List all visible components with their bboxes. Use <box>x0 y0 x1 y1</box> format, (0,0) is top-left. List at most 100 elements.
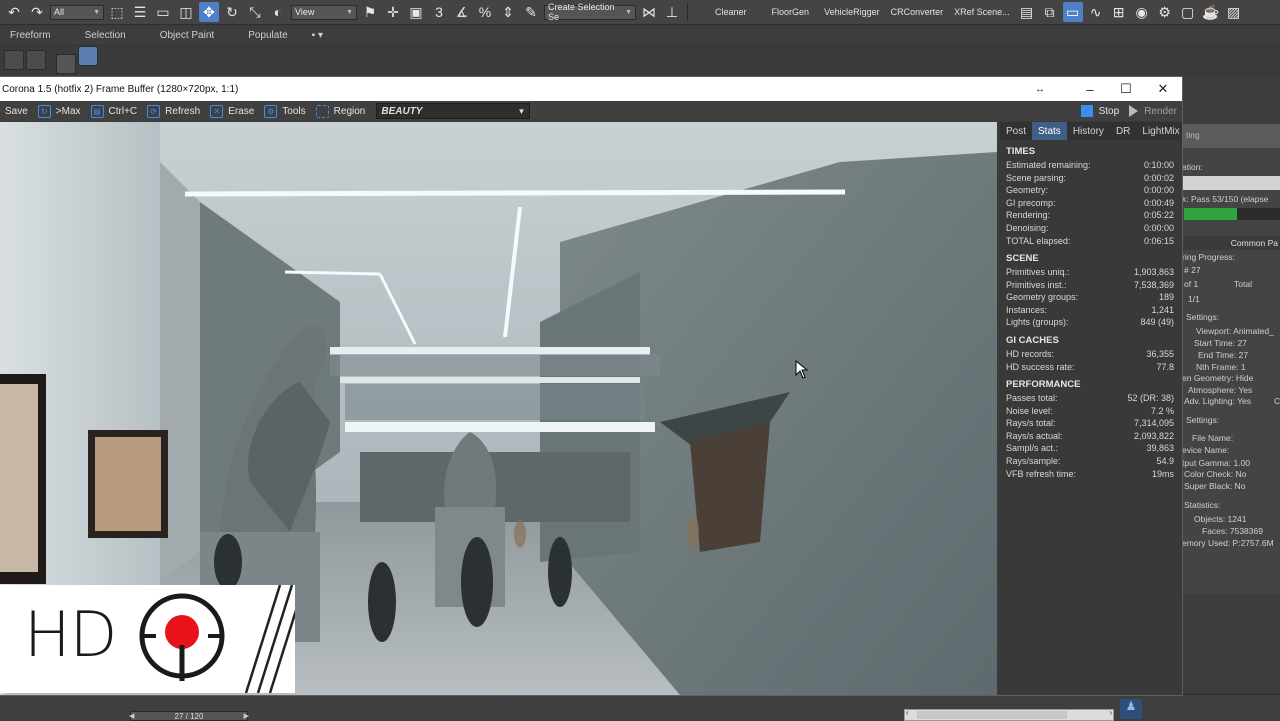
spinner-snap-icon[interactable]: ⇕ <box>498 2 518 22</box>
script-vehiclerigger[interactable]: VehicleRigger <box>820 7 884 17</box>
stats-section-scene: SCENE Primitives uniq.: 1,903,863 Primitive… <box>1006 253 1174 329</box>
select-manipulate-icon[interactable]: ✛ <box>383 2 403 22</box>
ribbon-tab-object-paint[interactable]: Object Paint <box>126 30 214 41</box>
tab-post[interactable]: Post <box>1000 122 1032 140</box>
stat-label: Noise level: <box>1006 405 1053 416</box>
stat-row: Rendering: 0:05:22 <box>1006 209 1174 222</box>
stat-value: 54.9 <box>1156 455 1174 466</box>
render-channel-dropdown[interactable]: BEAUTY ▼ <box>376 103 531 119</box>
curve-editor-icon[interactable]: ∿ <box>1086 2 1106 22</box>
maximize-button[interactable]: ☐ <box>1108 77 1144 101</box>
script-floorgen[interactable]: FloorGen <box>768 7 814 17</box>
chevron-down-icon: ▼ <box>93 8 100 16</box>
rendered-frame-window-icon[interactable]: ▢ <box>1178 2 1198 22</box>
stat-value: 7,314,095 <box>1133 418 1174 429</box>
named-selection-dropdown[interactable]: Create Selection Se ▼ <box>544 2 636 22</box>
play-icon <box>1129 105 1139 117</box>
script-xref-scene[interactable]: XRef Scene... <box>950 7 1014 17</box>
selection-filter-dropdown[interactable]: All ▼ <box>50 4 104 20</box>
window-crossing-icon[interactable]: ◫ <box>176 2 196 22</box>
tab-stats[interactable]: Stats <box>1032 122 1067 140</box>
stat-label: Primitives uniq.: <box>1006 267 1070 277</box>
panel-line: ting <box>1186 130 1200 140</box>
ribbon-options-icon[interactable]: ▪ ▾ <box>288 30 323 41</box>
ribbon-button[interactable] <box>78 46 98 66</box>
ribbon-tab-populate[interactable]: Populate <box>214 30 287 41</box>
ribbon-button[interactable] <box>56 54 76 74</box>
rect-selection-icon[interactable]: ▭ <box>153 2 173 22</box>
walk-through-icon[interactable]: ♟ <box>1120 699 1142 719</box>
angle-snap-icon[interactable]: ∡ <box>452 2 472 22</box>
send-to-max-button[interactable]: ↻ >Max <box>33 102 86 120</box>
window-title: Corona 1.5 (hotfix 2) Frame Buffer (1280… <box>2 83 239 95</box>
keyboard-shortcut-icon[interactable]: ▣ <box>406 2 426 22</box>
panel-line: en Geometry: Hide <box>1182 373 1254 383</box>
stat-value: 2,093,822 <box>1133 430 1174 441</box>
percent-snap-icon[interactable]: % <box>475 2 495 22</box>
chevron-right-icon[interactable]: › <box>1109 708 1112 717</box>
stop-button[interactable]: Stop <box>1076 102 1125 120</box>
window-titlebar[interactable]: Corona 1.5 (hotfix 2) Frame Buffer (1280… <box>0 77 1182 101</box>
stat-label: Rays/s actual: <box>1006 430 1063 441</box>
chevron-left-icon[interactable]: ‹ <box>906 708 909 717</box>
render-button[interactable]: Render <box>1124 102 1182 120</box>
common-parameters-tab[interactable]: Common Pa <box>1182 236 1280 250</box>
refresh-icon: ↻ <box>37 104 51 118</box>
place-icon[interactable]: ◐ <box>268 2 288 22</box>
close-button[interactable]: ✕ <box>1145 77 1181 101</box>
select-by-name-icon[interactable]: ☰ <box>130 2 150 22</box>
render-setup-icon[interactable]: ⚙ <box>1155 2 1175 22</box>
script-cleaner[interactable]: Cleaner <box>711 7 751 17</box>
region-button[interactable]: Region <box>311 102 371 120</box>
ribbon-tab-freeform[interactable]: Freeform <box>0 30 51 41</box>
chevron-left-icon[interactable]: ◀ <box>129 712 134 720</box>
tools-button[interactable]: ⚙ Tools <box>259 102 310 120</box>
script-crconverter[interactable]: CRConverter <box>887 7 948 17</box>
stat-row: Rays/sample: 54.9 <box>1006 455 1174 468</box>
ribbon-button[interactable] <box>4 50 24 70</box>
ribbon-tab-selection[interactable]: Selection <box>51 30 126 41</box>
material-editor-icon[interactable]: ◉ <box>1132 2 1152 22</box>
erase-button[interactable]: ✕ Erase <box>205 102 259 120</box>
minimize-button[interactable]: – <box>1072 77 1108 101</box>
scene-explorer-icon[interactable]: ⧉ <box>1040 2 1060 22</box>
chevron-right-icon[interactable]: ▶ <box>244 712 249 720</box>
stat-label: Scene parsing: <box>1006 172 1067 183</box>
redo-icon[interactable]: ↷ <box>27 2 47 22</box>
stat-value: 1,241 <box>1151 304 1174 315</box>
copy-button[interactable]: ▤ Ctrl+C <box>86 102 143 120</box>
snaps-toggle-icon[interactable]: 3 <box>429 2 449 22</box>
tab-lightmix[interactable]: LightMix <box>1136 122 1185 140</box>
schematic-view-icon[interactable]: ⊞ <box>1109 2 1129 22</box>
layer-explorer-icon[interactable]: ▤ <box>1017 2 1037 22</box>
toggle-ribbon-icon[interactable]: ▭ <box>1062 2 1083 22</box>
save-button[interactable]: Save <box>0 102 33 120</box>
undo-icon[interactable]: ↶ <box>4 2 24 22</box>
rotate-icon[interactable]: ↻ <box>222 2 242 22</box>
scrollbar-thumb[interactable] <box>917 711 1067 719</box>
vfb-toolbar: Save ↻ >Max ▤ Ctrl+C ⟳ Refresh ✕ Erase ⚙ Tool… <box>0 101 1182 121</box>
scale-icon[interactable]: ⤡ <box>245 2 265 22</box>
stat-row: Instances: 1,241 <box>1006 304 1174 317</box>
align-icon[interactable]: ⊥ <box>662 2 682 22</box>
select-object-icon[interactable]: ⬚ <box>107 2 127 22</box>
stop-label: Stop <box>1098 105 1120 117</box>
move-icon[interactable]: ✥ <box>199 2 219 22</box>
tab-dr[interactable]: DR <box>1110 122 1136 140</box>
horizontal-scrollbar[interactable]: ‹ › <box>904 708 1114 721</box>
stat-label: Estimated remaining: <box>1006 160 1091 170</box>
stat-value: 77.8 <box>1156 361 1174 372</box>
stat-row: HD success rate: 77.8 <box>1006 361 1174 374</box>
render-production-icon[interactable]: ☕ <box>1201 2 1221 22</box>
render-iterative-icon[interactable]: ▨ <box>1224 2 1244 22</box>
panel-line: Super Black: No <box>1184 481 1246 491</box>
reference-coord-dropdown[interactable]: View ▼ <box>291 4 357 20</box>
ribbon-button[interactable] <box>26 50 46 70</box>
pivot-icon[interactable]: ⚑ <box>360 2 380 22</box>
edit-named-selection-icon[interactable]: ✎ <box>521 2 541 22</box>
resize-icon[interactable]: ↔ <box>1022 77 1058 101</box>
refresh-button[interactable]: ⟳ Refresh <box>142 102 205 120</box>
mirror-icon[interactable]: ⋈ <box>639 2 659 22</box>
tab-history[interactable]: History <box>1067 122 1110 140</box>
pass-status: k: Pass 53/150 (elapse <box>1182 194 1269 204</box>
